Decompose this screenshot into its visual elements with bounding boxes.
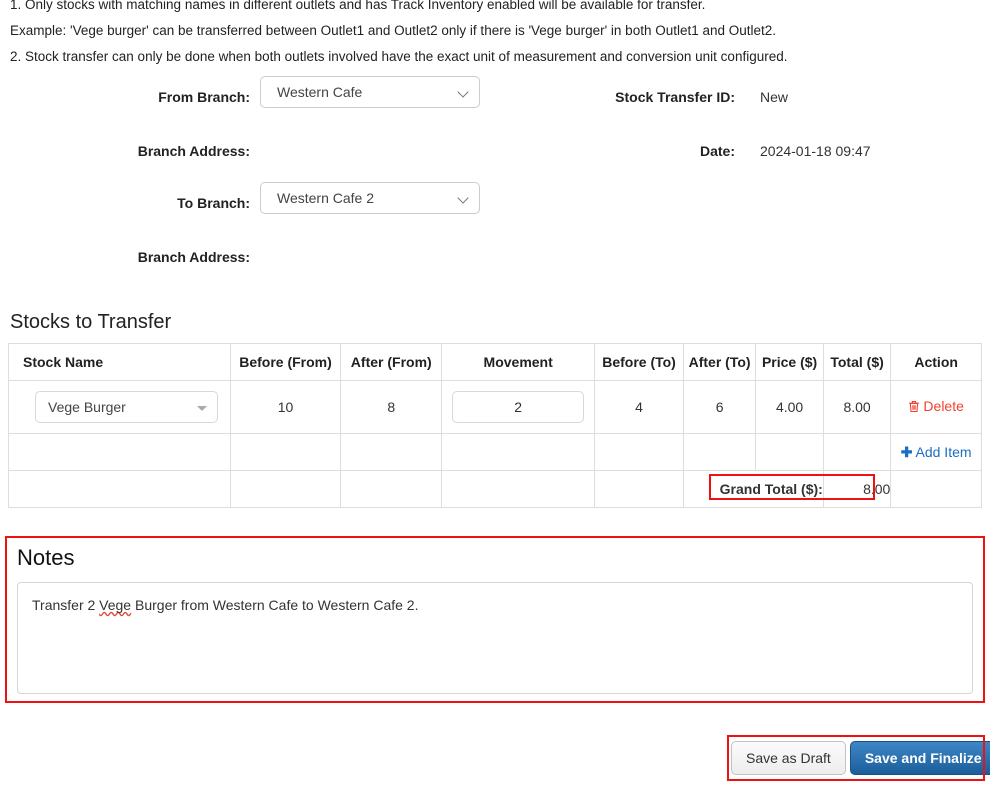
from-branch-label: From Branch:	[158, 89, 250, 105]
movement-input[interactable]	[452, 391, 585, 423]
add-item-button[interactable]: ✚ Add Item	[901, 444, 972, 460]
from-branch-select[interactable]: Western Cafe	[260, 76, 480, 108]
cell-empty-1	[8, 433, 231, 471]
column-header-total: Total ($)	[822, 343, 892, 381]
transfer-form: From Branch: Western Cafe Stock Transfer…	[0, 76, 990, 288]
save-as-draft-button[interactable]: Save as Draft	[731, 741, 846, 775]
to-branch-label: To Branch:	[177, 195, 250, 211]
cell-price: 4.00	[755, 380, 824, 434]
cell-empty-5	[594, 433, 684, 471]
intro-notes: 1. Only stocks with matching names in di…	[0, 0, 990, 73]
date-label: Date:	[699, 143, 735, 159]
action-button-bar: Save as Draft Save and Finalize	[727, 735, 990, 781]
column-header-movement: Movement	[441, 343, 596, 381]
column-header-price: Price ($)	[755, 343, 824, 381]
notes-text-suffix: Burger from Western Cafe to Western Cafe…	[131, 597, 419, 613]
table-row: Vege Burger 10 8 4 6 4.00 8.00	[8, 380, 982, 434]
cell-add-item: ✚ Add Item	[890, 433, 982, 471]
date-value: 2024-01-18 09:47	[760, 143, 871, 159]
chevron-down-icon	[459, 88, 468, 97]
cell-total-empty-6	[890, 470, 982, 508]
cell-total-empty-1	[8, 470, 231, 508]
table-grand-total-row: Grand Total ($): 8.00	[8, 470, 982, 508]
delete-row-button[interactable]: Delete	[908, 398, 964, 416]
intro-line-3: 2. Stock transfer can only be done when …	[10, 49, 788, 64]
cell-empty-7	[755, 433, 824, 471]
notes-text-prefix: Transfer 2	[32, 597, 100, 613]
add-item-label: Add Item	[915, 443, 972, 460]
column-header-stock-name: Stock Name	[8, 343, 231, 381]
chevron-down-icon	[459, 194, 468, 203]
caret-down-icon	[196, 406, 207, 411]
form-row-to-branch: To Branch: Western Cafe 2	[0, 182, 990, 248]
to-branch-address-label: Branch Address:	[137, 249, 250, 265]
cell-total-empty-5	[594, 470, 684, 508]
column-header-before-from: Before (From)	[229, 343, 342, 381]
to-branch-selected-value: Western Cafe 2	[277, 190, 375, 206]
grand-total-value: 8.00	[822, 470, 892, 508]
save-and-finalize-button[interactable]: Save and Finalize	[849, 741, 990, 775]
cell-empty-3	[340, 433, 443, 471]
from-branch-selected-value: Western Cafe	[277, 84, 363, 100]
column-header-action: Action	[890, 343, 982, 381]
form-row-to-address: Branch Address:	[0, 248, 990, 302]
cell-movement	[441, 380, 596, 434]
intro-line-2: Example: 'Vege burger' can be transferre…	[10, 23, 777, 38]
table-header-row: Stock Name Before (From) After (From) Mo…	[8, 343, 982, 381]
stocks-table-wrapper: Stock Name Before (From) After (From) Mo…	[8, 343, 982, 508]
cell-empty-4	[441, 433, 596, 471]
notes-text-misspelled-word: Vege	[99, 597, 132, 613]
cell-total-empty-4	[441, 470, 596, 508]
stocks-table: Stock Name Before (From) After (From) Mo…	[8, 343, 982, 508]
trash-icon	[908, 400, 920, 416]
cell-before-to: 4	[594, 380, 684, 434]
notes-section: Notes Transfer 2 Vege Burger from Wester…	[5, 536, 985, 703]
form-row-from-branch: From Branch: Western Cafe Stock Transfer…	[0, 76, 990, 142]
cell-after-from: 8	[340, 380, 443, 434]
cell-total-empty-2	[229, 470, 342, 508]
from-branch-address-label: Branch Address:	[137, 143, 250, 159]
column-header-after-from: After (From)	[340, 343, 443, 381]
stock-name-selected-value: Vege Burger	[48, 399, 126, 415]
notes-textarea[interactable]: Transfer 2 Vege Burger from Western Cafe…	[17, 582, 973, 694]
cell-stock-name: Vege Burger	[8, 380, 231, 434]
column-header-before-to: Before (To)	[594, 343, 684, 381]
column-header-after-to: After (To)	[682, 343, 757, 381]
cell-empty-8	[822, 433, 892, 471]
grand-total-label: Grand Total ($):	[682, 470, 824, 508]
cell-empty-2	[229, 433, 342, 471]
stock-transfer-id-label: Stock Transfer ID:	[615, 89, 735, 105]
plus-icon: ✚	[900, 443, 913, 460]
cell-action: Delete	[890, 380, 982, 434]
stock-name-select[interactable]: Vege Burger	[35, 391, 218, 423]
notes-title: Notes	[17, 545, 75, 570]
notes-text: Transfer 2 Vege Burger from Western Cafe…	[32, 597, 419, 613]
stocks-section-title: Stocks to Transfer	[10, 311, 172, 333]
cell-after-to: 6	[682, 380, 757, 434]
table-add-item-row: ✚ Add Item	[8, 433, 982, 471]
form-row-from-address: Branch Address: Date: 2024-01-18 09:47	[0, 142, 990, 196]
delete-label: Delete	[923, 398, 964, 414]
cell-empty-6	[682, 433, 757, 471]
cell-total: 8.00	[822, 380, 892, 434]
to-branch-select[interactable]: Western Cafe 2	[260, 182, 480, 214]
intro-line-1: 1. Only stocks with matching names in di…	[10, 0, 706, 12]
cell-total-empty-3	[340, 470, 443, 508]
cell-before-from: 10	[229, 380, 342, 434]
stock-transfer-id-value: New	[760, 89, 789, 105]
